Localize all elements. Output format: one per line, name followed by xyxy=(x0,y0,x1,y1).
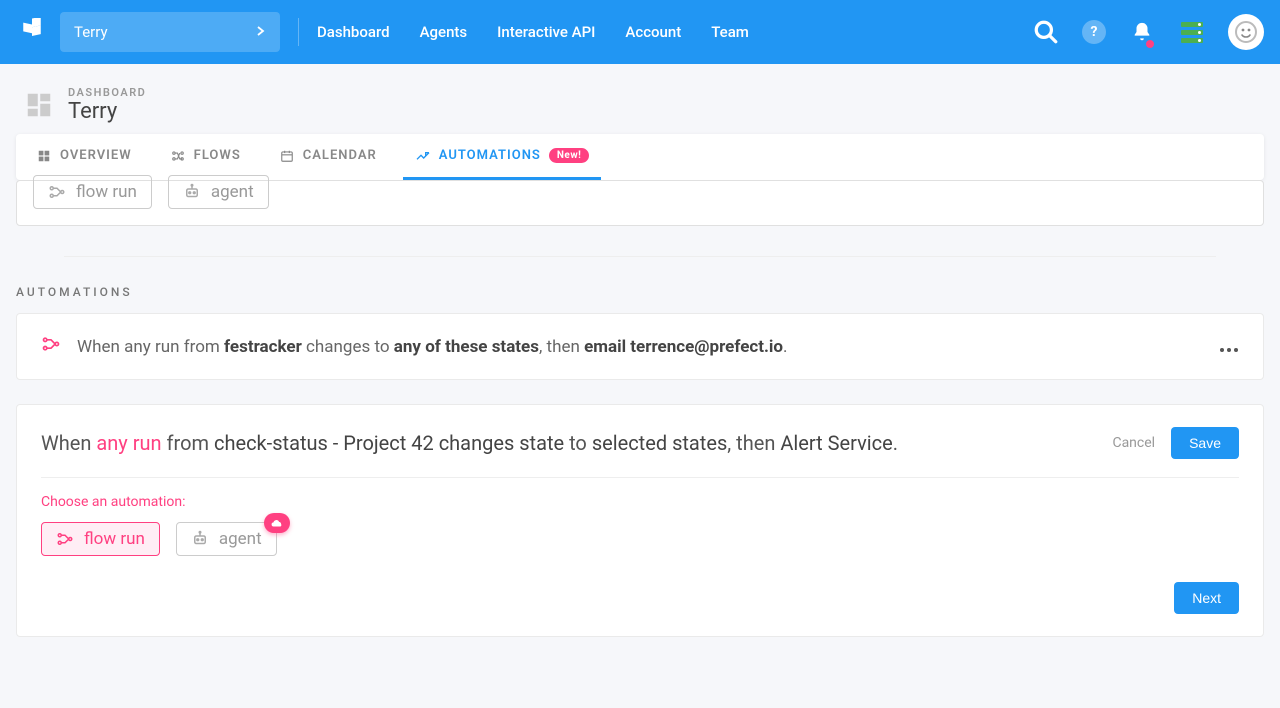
page-title: Terry xyxy=(68,99,146,124)
dashboard-icon xyxy=(36,148,52,164)
automation-sentence: When any run from check-status - Project… xyxy=(41,431,898,455)
section-title: AUTOMATIONS xyxy=(16,285,1264,299)
chip-label: agent xyxy=(211,182,254,202)
save-button[interactable]: Save xyxy=(1171,427,1239,459)
automation-builder-partial: flow run agent xyxy=(16,180,1264,226)
topbar-icons: ? xyxy=(1032,14,1264,50)
search-icon[interactable] xyxy=(1032,18,1060,46)
route-icon xyxy=(56,530,74,548)
tab-flows[interactable]: FLOWS xyxy=(158,134,253,180)
calendar-icon xyxy=(279,148,295,164)
avatar[interactable] xyxy=(1228,14,1264,50)
divider xyxy=(298,18,299,46)
token-flow[interactable]: check-status - Project 42 changes state xyxy=(214,431,564,455)
token-any-run[interactable]: any run xyxy=(96,431,161,455)
tab-label: AUTOMATIONS xyxy=(439,148,541,163)
automation-type-flow-run[interactable]: flow run xyxy=(33,175,152,209)
flow-icon xyxy=(170,148,186,164)
choose-automation-label: Choose an automation: xyxy=(41,494,1239,510)
next-button[interactable]: Next xyxy=(1174,582,1239,614)
tab-label: CALENDAR xyxy=(303,148,377,163)
help-icon[interactable]: ? xyxy=(1082,20,1106,44)
token-action[interactable]: Alert Service xyxy=(780,431,892,455)
automation-type-agent[interactable]: agent xyxy=(176,522,277,556)
automation-type-flow-run[interactable]: flow run xyxy=(41,522,160,556)
agents-status-icon[interactable] xyxy=(1178,18,1206,46)
cloud-badge-icon xyxy=(264,513,290,533)
nav-link-team[interactable]: Team xyxy=(711,23,749,41)
cancel-button[interactable]: Cancel xyxy=(1112,435,1155,451)
tab-label: FLOWS xyxy=(194,148,241,163)
chevron-right-icon xyxy=(256,24,266,40)
route-icon xyxy=(41,334,61,359)
tab-calendar[interactable]: CALENDAR xyxy=(267,134,389,180)
page-header: DASHBOARD Terry xyxy=(0,64,1280,134)
notification-badge xyxy=(1146,40,1154,48)
token-states[interactable]: selected states xyxy=(592,431,727,455)
tab-automations[interactable]: AUTOMATIONS New! xyxy=(403,134,602,180)
tab-overview[interactable]: OVERVIEW xyxy=(24,134,144,180)
automation-summary: When any run from festracker changes to … xyxy=(77,337,788,357)
project-name: Terry xyxy=(74,23,108,41)
chip-label: flow run xyxy=(76,182,137,202)
tab-bar: OVERVIEW FLOWS CALENDAR AUTOMATIONS New! xyxy=(16,134,1264,180)
automation-row[interactable]: When any run from festracker changes to … xyxy=(16,313,1264,380)
nav-links: Dashboard Agents Interactive API Account… xyxy=(317,23,749,41)
breadcrumb: DASHBOARD xyxy=(68,86,146,99)
automations-icon xyxy=(415,148,431,164)
robot-icon xyxy=(183,183,201,201)
dashboard-icon xyxy=(24,90,54,120)
new-badge: New! xyxy=(549,148,590,163)
divider xyxy=(41,477,1239,478)
more-options-icon[interactable] xyxy=(1219,334,1239,359)
route-icon xyxy=(48,183,66,201)
nav-link-account[interactable]: Account xyxy=(625,23,681,41)
automation-builder: When any run from check-status - Project… xyxy=(16,404,1264,637)
tab-label: OVERVIEW xyxy=(60,148,132,163)
project-selector[interactable]: Terry xyxy=(60,12,280,52)
logo-icon[interactable] xyxy=(16,16,48,48)
nav-link-dashboard[interactable]: Dashboard xyxy=(317,23,390,41)
section-divider xyxy=(64,256,1216,257)
nav-link-agents[interactable]: Agents xyxy=(420,23,468,41)
automation-type-agent[interactable]: agent xyxy=(168,175,269,209)
chip-label: agent xyxy=(219,529,262,549)
notifications-icon[interactable] xyxy=(1128,18,1156,46)
chip-label: flow run xyxy=(84,529,145,549)
nav-link-interactive-api[interactable]: Interactive API xyxy=(497,23,595,41)
robot-icon xyxy=(191,530,209,548)
topbar: Terry Dashboard Agents Interactive API A… xyxy=(0,0,1280,64)
